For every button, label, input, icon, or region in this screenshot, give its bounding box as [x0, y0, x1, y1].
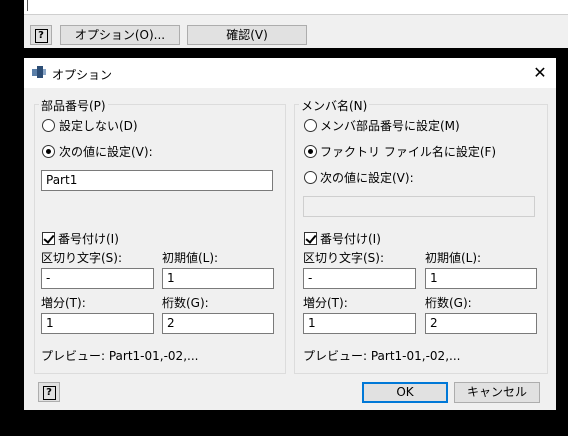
dialog-titlebar: オプション ✕ — [24, 58, 556, 88]
radio-member-part[interactable] — [304, 119, 317, 132]
member-separator-label: 区切り文字(S): — [303, 251, 385, 265]
digits-field[interactable]: 2 — [162, 313, 274, 334]
member-numbering-label: 番号付け(I) — [320, 232, 381, 246]
radio-member-set-value[interactable] — [304, 171, 317, 184]
cancel-button[interactable]: キャンセル — [454, 382, 540, 403]
text-cursor — [27, 0, 28, 11]
radio-set-value[interactable] — [42, 145, 55, 158]
dialog-help-icon[interactable]: ? — [38, 382, 60, 402]
member-name-group-label: メンバ名(N) — [299, 97, 370, 114]
options-button[interactable]: オプション(O)... — [60, 25, 180, 45]
close-icon[interactable]: ✕ — [524, 58, 556, 88]
member-digits-label: 桁数(G): — [425, 296, 472, 310]
radio-set-value-label: 次の値に設定(V): — [59, 145, 153, 159]
radio-member-set-value-label: 次の値に設定(V): — [320, 171, 414, 185]
radio-factory-file[interactable] — [304, 145, 317, 158]
radio-no-set[interactable] — [42, 119, 55, 132]
app-icon — [32, 66, 46, 78]
member-digits-field[interactable]: 2 — [425, 313, 537, 334]
member-increment-label: 増分(T): — [303, 296, 348, 310]
help-icon[interactable]: ? — [30, 25, 52, 45]
increment-label: 増分(T): — [41, 296, 86, 310]
separator-field[interactable]: - — [41, 268, 154, 289]
separator-label: 区切り文字(S): — [41, 251, 123, 265]
radio-member-part-label: メンバ部品番号に設定(M) — [320, 119, 460, 133]
part-number-group-label: 部品番号(P) — [39, 97, 108, 114]
initial-value-field[interactable]: 1 — [162, 268, 274, 289]
initial-value-label: 初期値(L): — [162, 251, 219, 265]
member-initial-value-label: 初期値(L): — [425, 251, 482, 265]
options-dialog: オプション ✕ 部品番号(P) 設定しない(D) 次の値に設定(V): Part… — [24, 58, 556, 410]
member-preview-text: プレビュー: Part1-01,-02,... — [303, 349, 461, 363]
radio-factory-file-label: ファクトリ ファイル名に設定(F) — [320, 145, 497, 159]
radio-no-set-label: 設定しない(D) — [59, 119, 138, 133]
digits-label: 桁数(G): — [162, 296, 209, 310]
part-number-value-field[interactable]: Part1 — [41, 170, 273, 191]
ok-button[interactable]: OK — [362, 382, 448, 403]
background-text-field[interactable] — [24, 0, 568, 15]
numbering-checkbox[interactable] — [42, 232, 55, 245]
member-numbering-checkbox[interactable] — [304, 232, 317, 245]
numbering-label: 番号付け(I) — [58, 232, 119, 246]
member-value-field[interactable] — [303, 196, 535, 217]
confirm-button[interactable]: 確認(V) — [187, 25, 307, 45]
increment-field[interactable]: 1 — [41, 313, 154, 334]
dialog-title: オプション — [52, 68, 113, 82]
member-initial-value-field[interactable]: 1 — [425, 268, 537, 289]
member-separator-field[interactable]: - — [303, 268, 416, 289]
member-increment-field[interactable]: 1 — [303, 313, 416, 334]
preview-text: プレビュー: Part1-01,-02,... — [41, 349, 199, 363]
